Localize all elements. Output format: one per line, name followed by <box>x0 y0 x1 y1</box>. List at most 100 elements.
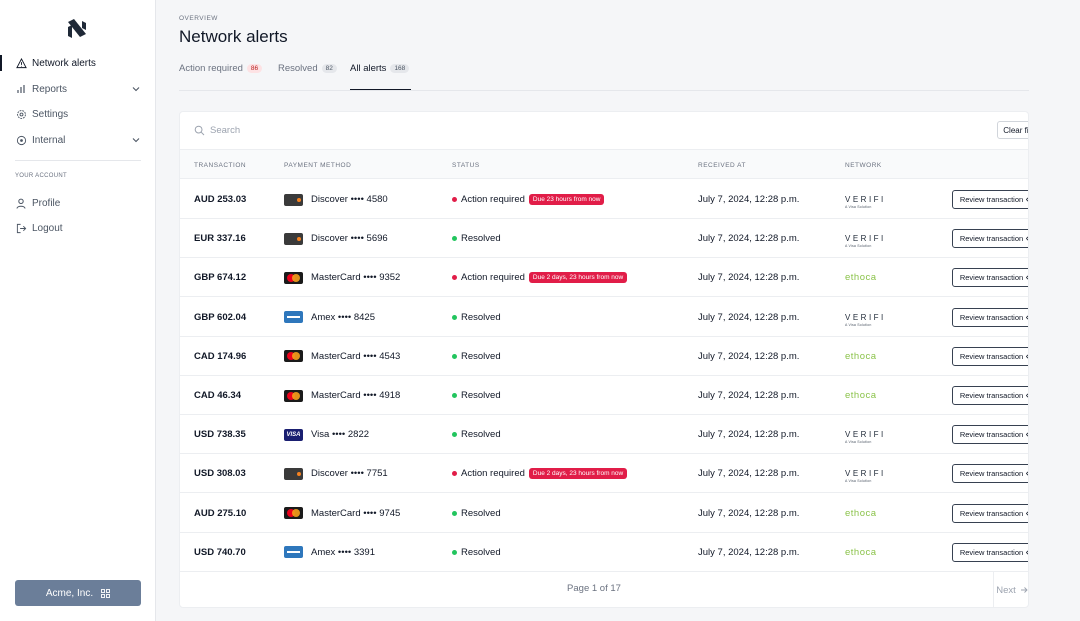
status-label: Resolved <box>461 507 501 519</box>
column-header[interactable]: RECEIVED AT <box>698 162 746 169</box>
tab-label: Action required <box>179 62 243 74</box>
payment-method: MasterCard •••• 4543 <box>284 337 400 376</box>
payment-method-label: MasterCard •••• 9352 <box>311 272 401 284</box>
sidebar-item-logout[interactable]: Logout <box>0 218 156 238</box>
tab-label: All alerts <box>350 62 387 74</box>
status-label: Action required <box>461 272 525 284</box>
page-indicator: Page 1 of 17 <box>567 583 621 594</box>
network-cell: ethoca <box>845 258 877 297</box>
transaction-amount: USD 738.35 <box>194 429 246 441</box>
column-header[interactable]: TRANSACTION <box>194 162 246 169</box>
clear-filters-button[interactable]: Clear filters <box>997 121 1028 139</box>
column-header[interactable]: PAYMENT METHOD <box>284 162 351 169</box>
status-cell: Resolved <box>452 533 501 572</box>
status-cell: Action required Due 23 hours from now <box>452 180 605 219</box>
transaction-amount: AUD 275.10 <box>194 507 247 519</box>
payment-method: Amex •••• 8425 <box>284 298 375 337</box>
sidebar-item-settings[interactable]: Settings <box>0 104 156 124</box>
review-label: Review transaction <box>959 312 1024 322</box>
review-label: Review transaction <box>959 508 1024 518</box>
sidebar-divider <box>15 160 141 161</box>
tab-resolved[interactable]: Resolved 82 <box>278 62 337 74</box>
review-transaction-button[interactable]: Review transaction <box>952 229 1028 249</box>
search-input[interactable] <box>210 122 510 138</box>
ethoca-logo: ethoca <box>845 507 877 519</box>
tab-action-required[interactable]: Action required 86 <box>179 62 263 74</box>
review-transaction-button[interactable]: Review transaction <box>952 542 1028 562</box>
organization-button[interactable]: Acme, Inc. <box>15 580 141 606</box>
status-cell: Resolved <box>452 494 501 533</box>
review-label: Review transaction <box>959 547 1024 557</box>
tab-count-badge: 86 <box>246 63 263 73</box>
discover-icon <box>284 193 303 206</box>
status-cell: Resolved <box>452 219 501 258</box>
sidebar-item-label: Settings <box>32 108 69 120</box>
verifi-logo: VERIFI A Visa Solution <box>845 234 886 249</box>
review-transaction-button[interactable]: Review transaction <box>952 346 1028 366</box>
eye-icon <box>1026 276 1028 280</box>
sidebar-item-network-alerts[interactable]: Network alerts <box>0 53 156 73</box>
verifi-logo: VERIFI A Visa Solution <box>845 430 886 445</box>
column-header[interactable]: STATUS <box>452 162 480 169</box>
sidebar-item-label: Logout <box>32 222 63 234</box>
payment-method: MasterCard •••• 9352 <box>284 258 400 297</box>
app-logo[interactable] <box>66 18 88 40</box>
review-transaction-button[interactable]: Review transaction <box>952 503 1028 523</box>
payment-method-label: MasterCard •••• 4918 <box>311 390 401 401</box>
organization-name: Acme, Inc. <box>45 587 94 599</box>
mastercard-icon <box>284 350 303 363</box>
status-dot <box>452 275 457 281</box>
pagination: Page 1 of 17 Next <box>180 571 1028 607</box>
status-cell: Action required Due 2 days, 23 hours from… <box>452 258 628 297</box>
visa-icon: VISA <box>284 428 303 441</box>
network-cell: ethoca <box>845 494 877 533</box>
sidebar-item-profile[interactable]: Profile <box>0 193 156 213</box>
eye-icon <box>1026 354 1028 359</box>
network-cell: VERIFI A Visa Solution <box>845 219 886 258</box>
verifi-logo: VERIFI A Visa Solution <box>845 195 886 209</box>
review-transaction-button[interactable]: Review transaction <box>952 386 1028 405</box>
sidebar-item-label: Network alerts <box>32 57 96 69</box>
network-cell: ethoca <box>845 533 877 572</box>
status-dot <box>452 510 457 516</box>
review-label: Review transaction <box>959 391 1024 400</box>
review-label: Review transaction <box>959 195 1024 204</box>
table-row: CAD 46.34 MasterCard •••• 4918 Resolved … <box>180 376 1028 415</box>
status-dot <box>452 471 457 477</box>
ethoca-logo: ethoca <box>845 390 877 401</box>
eye-icon <box>1026 472 1028 476</box>
eye-icon <box>1026 393 1028 398</box>
gear-icon <box>15 108 27 120</box>
eye-icon <box>1026 511 1028 515</box>
column-header[interactable]: NETWORK <box>845 162 882 169</box>
next-page-button[interactable]: Next <box>993 571 1028 607</box>
sidebar-item-reports[interactable]: Reports <box>0 79 156 99</box>
received-at: July 7, 2024, 12:28 p.m. <box>698 468 800 480</box>
review-label: Review transaction <box>959 469 1024 479</box>
account-section-label: YOUR ACCOUNT <box>15 173 67 179</box>
status-dot <box>452 549 457 555</box>
sidebar-item-internal[interactable]: Internal <box>0 130 156 150</box>
review-transaction-button[interactable]: Review transaction <box>952 425 1028 445</box>
chevron-down-icon[interactable] <box>131 84 141 94</box>
review-transaction-button[interactable]: Review transaction <box>952 464 1028 484</box>
search-icon <box>194 125 205 136</box>
review-transaction-button[interactable]: Review transaction <box>952 307 1028 327</box>
review-label: Review transaction <box>959 273 1024 283</box>
network-cell: VERIFI A Visa Solution <box>845 298 886 337</box>
status-dot <box>452 432 457 438</box>
user-icon <box>15 197 27 209</box>
transaction-amount: USD 308.03 <box>194 468 246 480</box>
chevron-down-icon[interactable] <box>131 135 141 145</box>
table-row: USD 738.35 VISA Visa •••• 2822 Resolved J… <box>180 415 1028 455</box>
status-cell: Resolved <box>452 298 501 337</box>
sidebar-item-label: Internal <box>32 134 66 146</box>
sidebar: Network alerts Reports Settings Internal… <box>0 0 156 621</box>
tab-all-alerts[interactable]: All alerts 168 <box>350 62 410 74</box>
payment-method-label: Discover •••• 5696 <box>311 233 388 245</box>
received-at: July 7, 2024, 12:28 p.m. <box>698 507 800 519</box>
table-row: AUD 275.10 MasterCard •••• 9745 Resolved… <box>180 494 1028 533</box>
review-transaction-button[interactable]: Review transaction <box>952 268 1028 288</box>
review-transaction-button[interactable]: Review transaction <box>952 190 1028 209</box>
discover-icon <box>284 467 303 480</box>
